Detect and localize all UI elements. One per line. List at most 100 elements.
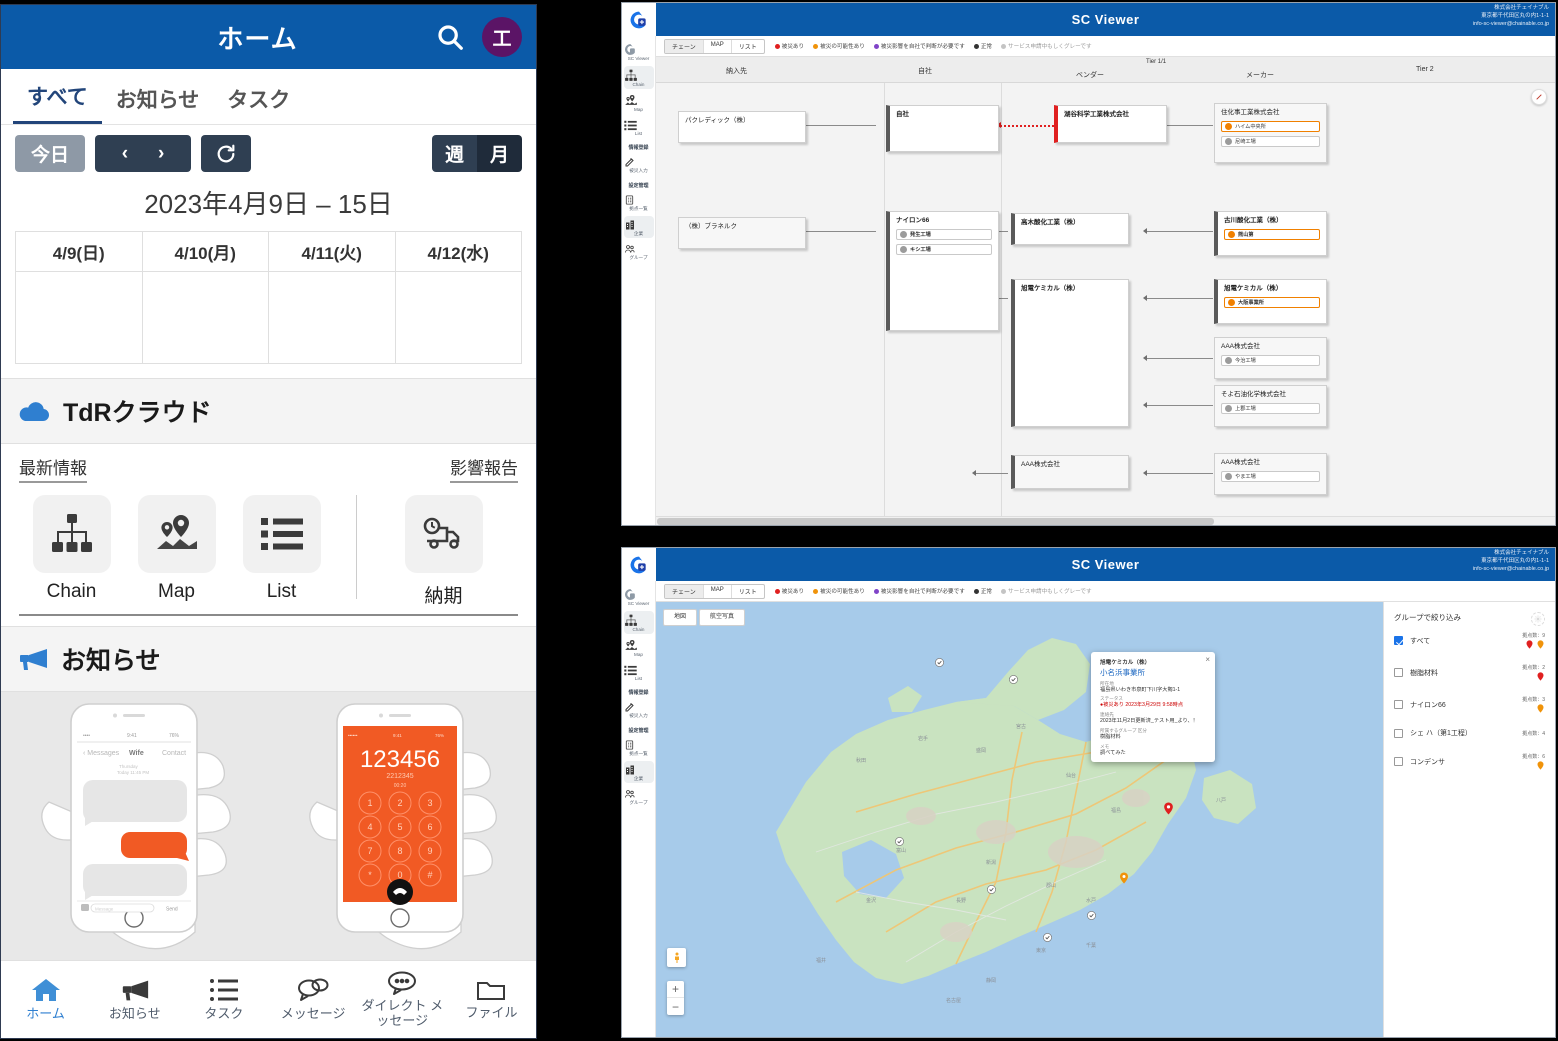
basemap-button-map[interactable]: 地図 (663, 609, 698, 627)
node-chip[interactable]: 大阪事業所 (1224, 296, 1320, 308)
refresh-icon[interactable] (201, 135, 252, 172)
checkbox[interactable] (1394, 668, 1403, 677)
sidebar-item-sites[interactable]: 拠点一覧 (624, 191, 654, 214)
tdr-item-list[interactable]: List (229, 495, 334, 603)
week-button[interactable]: 週 (432, 135, 477, 172)
node-chip[interactable]: 発生工場 (896, 228, 992, 240)
gear-icon[interactable] (1531, 612, 1545, 626)
chain-node-maker[interactable]: AAA株式会社 やま工場 (1214, 453, 1327, 495)
nav-item-home[interactable]: ホーム (1, 961, 90, 1038)
sidebar-item-chain[interactable]: Chain (623, 65, 654, 90)
nav-item-tasks[interactable]: タスク (179, 961, 268, 1038)
view-tab-chain[interactable]: チェーン (665, 584, 704, 598)
view-tab-map[interactable]: MAP (704, 39, 732, 53)
chain-node-maker[interactable]: 住化事工業株式会社 ハイム中央所 尼崎工場 (1214, 103, 1327, 163)
chain-node-vendor[interactable]: 旭電ケミカル（株） (1011, 279, 1129, 427)
sidebar-item-list[interactable]: List (623, 662, 654, 684)
today-button[interactable]: 今日 (15, 135, 86, 172)
filter-row-capacitor[interactable]: コンデンサ 拠点数：6 (1394, 753, 1545, 770)
chain-canvas[interactable]: パクレディック（株） （株）ブラネルク 自社 ナイロン66 発生工場 キシ工場 … (656, 83, 1555, 516)
sidebar-item-groups[interactable]: グループ (624, 785, 654, 808)
nav-item-direct-message[interactable]: ダイレクト メッセージ (358, 961, 447, 1038)
node-chip[interactable]: 上郡工場 (1221, 402, 1320, 414)
avatar[interactable]: 工 (482, 17, 522, 57)
chain-node-maker[interactable]: 旭電ケミカル（株） 大阪事業所 (1214, 279, 1327, 324)
chain-node-maker[interactable]: 古川酸化工業（株） 熊山第 (1214, 211, 1327, 256)
sidebar-item-scviewer[interactable]: SC Viewer (624, 40, 654, 64)
map-marker-damaged[interactable] (1162, 802, 1173, 815)
node-chip[interactable]: 尼崎工場 (1221, 135, 1320, 147)
horizontal-scrollbar[interactable] (656, 516, 1555, 525)
map-marker[interactable] (1086, 910, 1097, 921)
calendar-cell[interactable] (142, 271, 269, 364)
view-tab-list[interactable]: リスト (732, 585, 764, 598)
map-marker-warning[interactable] (1118, 872, 1129, 884)
chain-node[interactable]: （株）ブラネルク (678, 217, 806, 249)
checkbox[interactable] (1394, 757, 1403, 766)
checkbox[interactable] (1394, 728, 1403, 738)
sidebar-item-scviewer[interactable]: SC Viewer (624, 585, 654, 609)
map-canvas[interactable]: 秋田 岩手 盛岡 宮古 仙台 福島 新潟 郡山 長野 水戸 東京 千葉 富山 金沢 静岡 名古屋… (656, 602, 1383, 1037)
tab-tasks[interactable]: タスク (213, 84, 304, 124)
chain-node[interactable]: パクレディック（株） (678, 111, 806, 143)
chain-node-maker[interactable]: AAA株式会社 今治工場 (1214, 337, 1327, 379)
sidebar-item-damage-input[interactable]: 被災入力 (624, 698, 654, 721)
filter-row-all[interactable]: すべて 拠点数：9 (1394, 632, 1545, 649)
view-tab-chain[interactable]: チェーン (665, 39, 704, 53)
map-marker[interactable] (1008, 674, 1019, 685)
basemap-button-satellite[interactable]: 航空写真 (699, 609, 746, 627)
view-tab-map[interactable]: MAP (704, 584, 732, 598)
filter-row-shell[interactable]: シェ ハ（第1工程） 拠点数：4 (1394, 728, 1545, 738)
sidebar-item-companies[interactable]: 企業 (623, 760, 654, 784)
next-button[interactable]: › (158, 143, 164, 165)
search-icon[interactable] (430, 17, 470, 57)
tdr-item-chain[interactable]: Chain (19, 495, 124, 603)
tab-notices[interactable]: お知らせ (102, 84, 214, 124)
node-chip[interactable]: 熊山第 (1224, 228, 1320, 240)
sidebar-item-map[interactable]: Map (624, 636, 654, 660)
chain-node-self[interactable]: ナイロン66 発生工場 キシ工場 (886, 211, 999, 331)
chain-node-maker[interactable]: そよ石油化学株式会社 上郡工場 (1214, 385, 1327, 427)
scrollbar-thumb[interactable] (657, 518, 1215, 525)
sidebar-item-groups[interactable]: グループ (624, 240, 654, 263)
map-marker[interactable] (934, 657, 945, 668)
node-chip[interactable]: やま工場 (1221, 470, 1320, 482)
node-chip[interactable]: キシ工場 (896, 243, 992, 255)
close-icon[interactable]: × (1205, 655, 1210, 664)
calendar-cell[interactable] (395, 271, 522, 364)
sidebar-item-chain[interactable]: Chain (623, 610, 654, 635)
zoom-in-button[interactable]: + (667, 981, 684, 998)
chain-node-vendor[interactable]: 高木酸化工業（株） (1011, 213, 1129, 245)
nav-item-messages[interactable]: メッセージ (269, 961, 358, 1038)
sidebar-item-sites[interactable]: 拠点一覧 (624, 736, 654, 759)
chain-node-vendor[interactable]: AAA株式会社 (1011, 455, 1129, 489)
tdr-item-delivery[interactable]: 納期 (391, 495, 496, 608)
pegman-icon[interactable] (667, 948, 686, 967)
nav-item-files[interactable]: ファイル (447, 961, 536, 1038)
map-marker[interactable] (894, 836, 905, 847)
prev-button[interactable]: ‹ (122, 143, 128, 165)
chain-node-vendor[interactable]: 湖谷科学工業株式会社 (1054, 105, 1167, 143)
map-info-popup[interactable]: × 旭電ケミカル（株） 小名浜事業所 所在地 福島県いわき市泉町下川字大剱1-1… (1091, 652, 1215, 763)
map-marker[interactable] (1042, 932, 1053, 943)
tab-all[interactable]: すべて (13, 81, 102, 124)
month-button[interactable]: 月 (477, 135, 522, 172)
nav-item-notices[interactable]: お知らせ (90, 961, 179, 1038)
fit-view-button[interactable] (1531, 89, 1547, 105)
sidebar-item-damage-input[interactable]: 被災入力 (624, 153, 654, 176)
checkbox[interactable] (1394, 700, 1403, 709)
zoom-out-button[interactable]: − (667, 998, 684, 1015)
sidebar-item-list[interactable]: List (623, 117, 654, 139)
map-marker[interactable] (986, 884, 997, 895)
sidebar-item-map[interactable]: Map (624, 91, 654, 115)
sidebar-item-companies[interactable]: 企業 (623, 215, 654, 239)
node-chip[interactable]: 今治工場 (1221, 354, 1320, 366)
calendar-cell[interactable] (268, 271, 396, 364)
filter-row-resin[interactable]: 樹脂材料 拠点数：2 (1394, 664, 1545, 681)
view-tab-list[interactable]: リスト (732, 40, 764, 53)
tdr-item-map[interactable]: Map (124, 495, 229, 603)
filter-row-nylon66[interactable]: ナイロン66 拠点数：3 (1394, 696, 1545, 713)
calendar-cell[interactable] (15, 271, 143, 364)
checkbox[interactable] (1394, 636, 1403, 645)
chain-node-self[interactable]: 自社 (886, 105, 999, 152)
